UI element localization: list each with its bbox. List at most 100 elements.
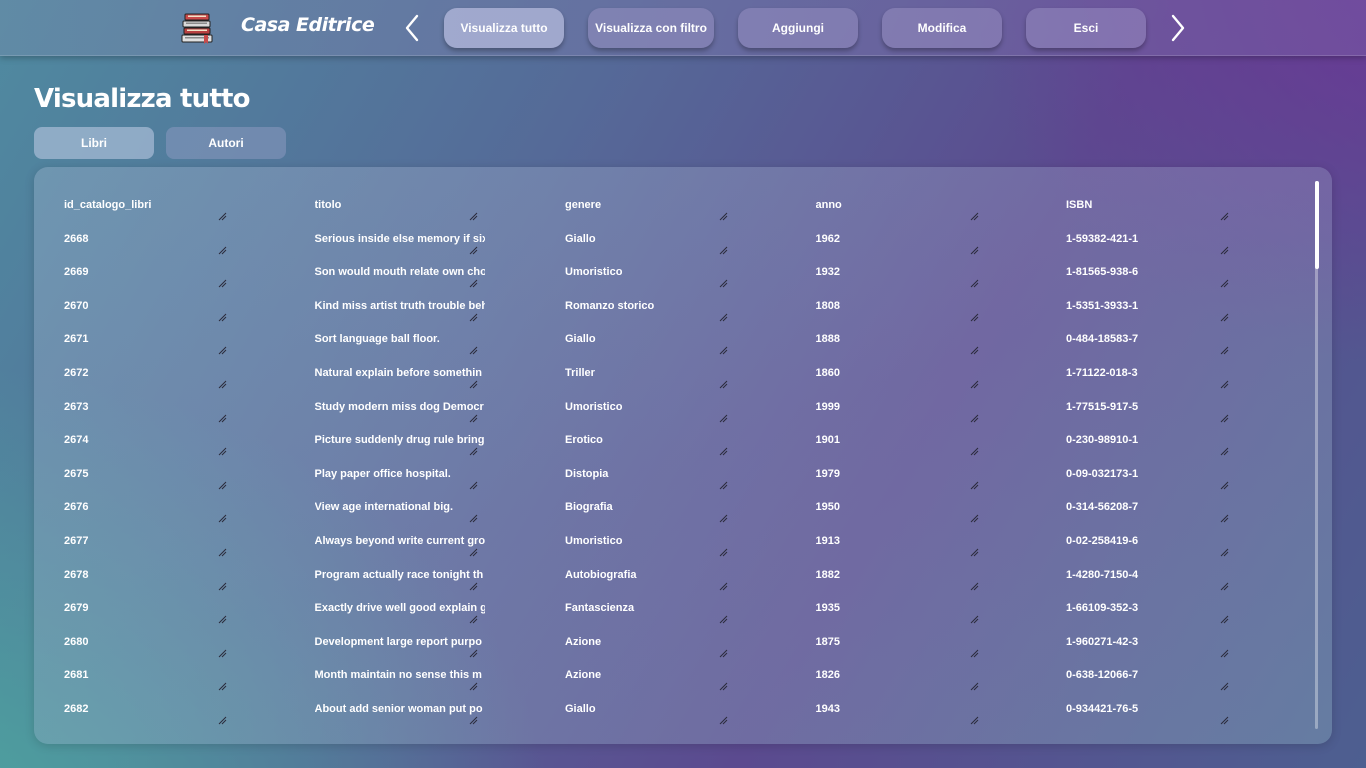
resize-grip-icon[interactable] — [468, 480, 478, 490]
resize-grip-icon[interactable] — [1219, 614, 1229, 624]
resize-grip-icon[interactable] — [217, 245, 227, 255]
resize-grip-icon[interactable] — [1219, 581, 1229, 591]
resize-grip-icon[interactable] — [718, 648, 728, 658]
table-row[interactable]: 2678 Program actually race tonight th Auto… — [58, 559, 1311, 593]
resize-grip-icon[interactable] — [969, 614, 979, 624]
resize-grip-icon[interactable] — [718, 513, 728, 523]
scrollbar-thumb[interactable] — [1315, 181, 1319, 269]
resize-grip-icon[interactable] — [969, 345, 979, 355]
resize-grip-icon[interactable] — [468, 715, 478, 725]
table-row[interactable]: 2672 Natural explain before somethin Trill… — [58, 357, 1311, 391]
resize-grip-icon[interactable] — [217, 312, 227, 322]
resize-grip-icon[interactable] — [718, 715, 728, 725]
table-row[interactable]: 2679 Exactly drive well good explain g Fan… — [58, 592, 1311, 626]
resize-grip-icon[interactable] — [969, 245, 979, 255]
resize-grip-icon[interactable] — [969, 681, 979, 691]
column-header-id_catalogo_libri[interactable]: id_catalogo_libri — [58, 189, 309, 223]
resize-grip-icon[interactable] — [1219, 345, 1229, 355]
resize-grip-icon[interactable] — [468, 345, 478, 355]
resize-grip-icon[interactable] — [718, 614, 728, 624]
resize-grip-icon[interactable] — [718, 312, 728, 322]
resize-grip-icon[interactable] — [217, 681, 227, 691]
resize-grip-icon[interactable] — [718, 413, 728, 423]
table-row[interactable]: 2675 Play paper office hospital. Distopia 1… — [58, 458, 1311, 492]
resize-grip-icon[interactable] — [217, 345, 227, 355]
column-header-genere[interactable]: genere — [559, 189, 810, 223]
resize-grip-icon[interactable] — [1219, 379, 1229, 389]
table-row[interactable]: 2668 Serious inside else memory if six Gia… — [58, 223, 1311, 257]
nav-visualizza-tutto-button[interactable]: Visualizza tutto — [444, 8, 564, 48]
resize-grip-icon[interactable] — [468, 614, 478, 624]
table-row[interactable]: 2671 Sort language ball floor. Giallo 1888 0… — [58, 323, 1311, 357]
chevron-left-icon[interactable] — [402, 14, 422, 42]
resize-grip-icon[interactable] — [217, 379, 227, 389]
resize-grip-icon[interactable] — [217, 480, 227, 490]
table-row[interactable]: 2680 Development large report purpo Azione… — [58, 626, 1311, 660]
resize-grip-icon[interactable] — [969, 446, 979, 456]
resize-grip-icon[interactable] — [468, 211, 478, 221]
resize-grip-icon[interactable] — [217, 648, 227, 658]
resize-grip-icon[interactable] — [718, 211, 728, 221]
nav-esci-button[interactable]: Esci — [1026, 8, 1146, 48]
resize-grip-icon[interactable] — [718, 681, 728, 691]
resize-grip-icon[interactable] — [718, 547, 728, 557]
resize-grip-icon[interactable] — [1219, 648, 1229, 658]
chevron-right-icon[interactable] — [1168, 14, 1188, 42]
table-row[interactable]: 2674 Picture suddenly drug rule bring Erot… — [58, 424, 1311, 458]
resize-grip-icon[interactable] — [217, 446, 227, 456]
resize-grip-icon[interactable] — [969, 278, 979, 288]
table-row[interactable]: 2673 Study modern miss dog Democr Umoristi… — [58, 391, 1311, 425]
resize-grip-icon[interactable] — [718, 379, 728, 389]
resize-grip-icon[interactable] — [718, 245, 728, 255]
resize-grip-icon[interactable] — [217, 211, 227, 221]
table-row[interactable]: 2676 View age international big. Biografia… — [58, 491, 1311, 525]
resize-grip-icon[interactable] — [969, 513, 979, 523]
resize-grip-icon[interactable] — [969, 211, 979, 221]
resize-grip-icon[interactable] — [1219, 715, 1229, 725]
resize-grip-icon[interactable] — [1219, 547, 1229, 557]
column-header-isbn[interactable]: ISBN — [1060, 189, 1311, 223]
resize-grip-icon[interactable] — [718, 345, 728, 355]
resize-grip-icon[interactable] — [1219, 480, 1229, 490]
tab-libri[interactable]: Libri — [34, 127, 154, 159]
resize-grip-icon[interactable] — [718, 446, 728, 456]
resize-grip-icon[interactable] — [468, 581, 478, 591]
resize-grip-icon[interactable] — [468, 379, 478, 389]
resize-grip-icon[interactable] — [217, 581, 227, 591]
column-header-titolo[interactable]: titolo — [309, 189, 560, 223]
resize-grip-icon[interactable] — [969, 379, 979, 389]
resize-grip-icon[interactable] — [718, 480, 728, 490]
resize-grip-icon[interactable] — [1219, 446, 1229, 456]
resize-grip-icon[interactable] — [1219, 413, 1229, 423]
resize-grip-icon[interactable] — [468, 245, 478, 255]
resize-grip-icon[interactable] — [217, 614, 227, 624]
column-header-anno[interactable]: anno — [810, 189, 1061, 223]
resize-grip-icon[interactable] — [718, 278, 728, 288]
resize-grip-icon[interactable] — [468, 681, 478, 691]
nav-visualizza-con-filtro-button[interactable]: Visualizza con filtro — [588, 8, 714, 48]
resize-grip-icon[interactable] — [468, 413, 478, 423]
table-row[interactable]: 2682 About add senior woman put po Giallo 1… — [58, 693, 1311, 727]
resize-grip-icon[interactable] — [1219, 681, 1229, 691]
resize-grip-icon[interactable] — [969, 480, 979, 490]
resize-grip-icon[interactable] — [468, 648, 478, 658]
resize-grip-icon[interactable] — [969, 648, 979, 658]
tab-autori[interactable]: Autori — [166, 127, 286, 159]
table-row[interactable]: 2677 Always beyond write current gro Umori… — [58, 525, 1311, 559]
nav-modifica-button[interactable]: Modifica — [882, 8, 1002, 48]
table-row[interactable]: 2670 Kind miss artist truth trouble beh Ro… — [58, 290, 1311, 324]
table-row[interactable]: 2681 Month maintain no sense this m Azione… — [58, 659, 1311, 693]
resize-grip-icon[interactable] — [468, 312, 478, 322]
resize-grip-icon[interactable] — [1219, 245, 1229, 255]
resize-grip-icon[interactable] — [468, 278, 478, 288]
resize-grip-icon[interactable] — [1219, 278, 1229, 288]
resize-grip-icon[interactable] — [969, 581, 979, 591]
resize-grip-icon[interactable] — [217, 413, 227, 423]
resize-grip-icon[interactable] — [468, 513, 478, 523]
table-row[interactable]: 2669 Son would mouth relate own cho Umoris… — [58, 256, 1311, 290]
resize-grip-icon[interactable] — [217, 547, 227, 557]
resize-grip-icon[interactable] — [468, 547, 478, 557]
nav-aggiungi-button[interactable]: Aggiungi — [738, 8, 858, 48]
books-stack-icon[interactable] — [180, 12, 216, 44]
resize-grip-icon[interactable] — [217, 715, 227, 725]
